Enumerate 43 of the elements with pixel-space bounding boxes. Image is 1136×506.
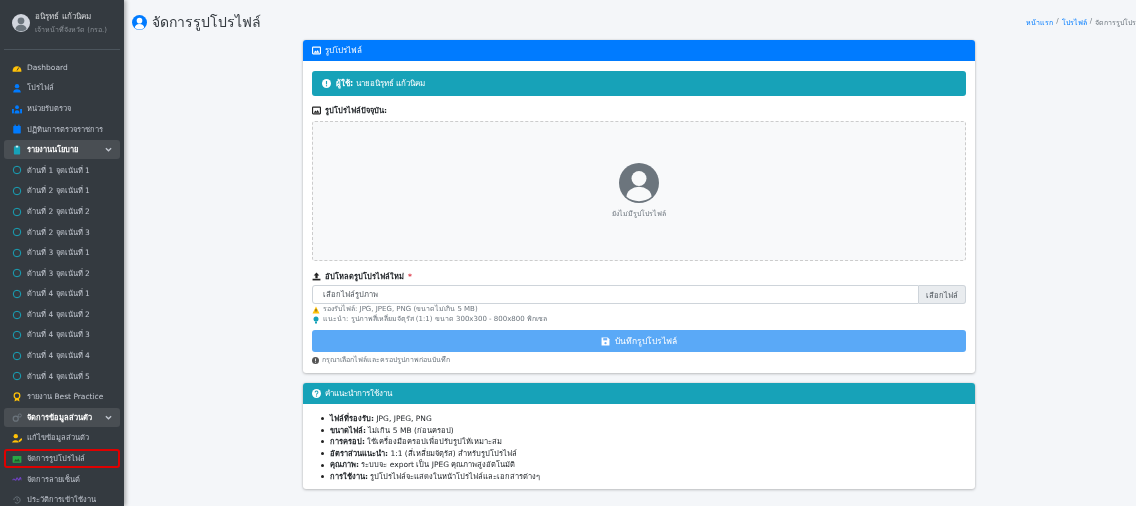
group-icon xyxy=(12,103,22,114)
chevron-down-icon xyxy=(105,414,112,422)
image-icon xyxy=(312,46,321,55)
circle-icon xyxy=(12,165,22,176)
circle-icon xyxy=(12,350,22,361)
warning-icon xyxy=(312,305,320,314)
upload-icon xyxy=(312,271,321,281)
chevron-down-icon xyxy=(105,146,112,154)
card-title: คำแนะนำการใช้งาน xyxy=(325,388,392,400)
user-name: อนิรุทธ์ แก้วนิคม xyxy=(35,11,92,23)
avatar-icon xyxy=(12,13,30,32)
circle-icon xyxy=(12,268,22,279)
card-title: รูปโปรไฟล์ xyxy=(325,45,362,57)
bullet-icon xyxy=(321,417,324,421)
info-icon xyxy=(312,357,319,364)
circle-icon xyxy=(12,247,22,258)
lightbulb-icon xyxy=(312,315,320,324)
bullet-icon xyxy=(321,452,324,456)
award-icon xyxy=(12,392,22,402)
history-icon xyxy=(12,494,22,505)
user-circle-icon xyxy=(132,14,147,30)
bullet-icon xyxy=(321,440,324,444)
circle-icon xyxy=(12,186,22,197)
user-edit-icon xyxy=(12,433,22,444)
circle-icon xyxy=(12,227,22,238)
circle-icon xyxy=(12,309,22,320)
avatar-icon xyxy=(619,163,659,203)
user-icon xyxy=(12,83,22,94)
info-icon xyxy=(322,79,331,88)
circle-icon xyxy=(12,330,22,341)
circle-icon xyxy=(12,371,22,382)
clipboard-icon xyxy=(12,144,22,155)
image-icon xyxy=(312,105,321,115)
bullet-icon xyxy=(321,428,324,432)
circle-icon xyxy=(12,289,22,300)
circle-icon xyxy=(12,206,22,217)
bullet-icon xyxy=(321,475,324,479)
question-icon xyxy=(312,389,321,398)
alert-text: ผู้ใช้: นายอนิรุทธ์ แก้วนิคม xyxy=(336,78,426,90)
calendar-icon xyxy=(12,124,22,135)
bullet-icon xyxy=(321,463,324,467)
image-icon xyxy=(12,453,22,464)
page-title: จัดการรูปโปรไฟล์ xyxy=(152,13,261,33)
